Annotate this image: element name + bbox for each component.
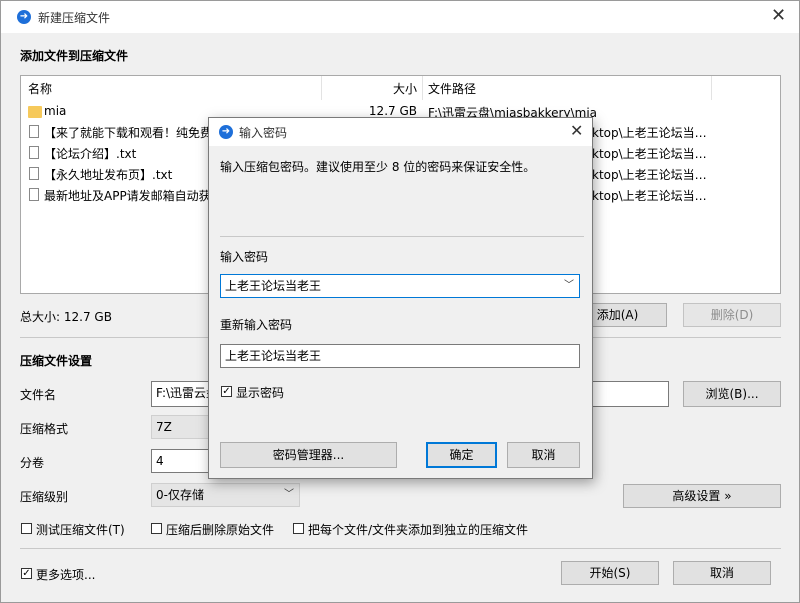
filename-label: 文件名 [20, 388, 57, 402]
more-options-label[interactable]: 更多选项... [36, 566, 95, 583]
divider [20, 548, 781, 549]
item-path: ktop\上老王论坛当… [592, 189, 707, 203]
chevron-down-icon[interactable]: ﹀ [564, 275, 574, 297]
level-label: 压缩级别 [20, 490, 69, 504]
column-header-path[interactable]: 文件路径 [428, 80, 476, 97]
password-dialog: ➜ 输入密码 ✕ 输入压缩包密码。建议使用至少 8 位的密码来保证安全性。 输入… [208, 117, 593, 479]
column-divider[interactable] [711, 76, 712, 100]
show-password-label[interactable]: 显示密码 [236, 384, 284, 401]
column-divider[interactable] [321, 76, 322, 100]
level-value: 0-仅存储 [156, 488, 204, 502]
app-logo-icon: ➜ [17, 10, 31, 24]
test-archive-checkbox[interactable] [21, 523, 32, 534]
level-select[interactable]: 0-仅存储 ﹀ [151, 483, 300, 507]
window-close-icon[interactable]: ✕ [771, 7, 786, 25]
file-icon [29, 125, 39, 138]
file-icon [29, 146, 39, 159]
password-label: 输入密码 [220, 250, 269, 264]
dialog-close-icon[interactable]: ✕ [570, 122, 583, 140]
volume-field[interactable]: 4 [151, 449, 211, 473]
password-input[interactable]: 上老王论坛当老王 ﹀ [220, 274, 580, 298]
repeat-password-label: 重新输入密码 [220, 318, 293, 332]
repeat-password-input[interactable]: 上老王论坛当老王 [220, 344, 580, 368]
app-logo-icon: ➜ [219, 125, 233, 139]
column-header-size[interactable]: 大小 [393, 80, 417, 97]
start-button[interactable]: 开始(S) [561, 561, 659, 585]
format-select[interactable]: 7Z [151, 415, 211, 439]
format-label: 压缩格式 [20, 422, 69, 436]
item-path: ktop\上老王论坛当… [592, 126, 707, 140]
browse-button[interactable]: 浏览(B)... [683, 381, 781, 407]
dialog-description: 输入压缩包密码。建议使用至少 8 位的密码来保证安全性。 [220, 160, 536, 174]
column-divider[interactable] [422, 76, 423, 100]
ok-button[interactable]: 确定 [426, 442, 497, 468]
file-icon [29, 188, 39, 201]
chevron-down-icon: ﹀ [284, 489, 294, 500]
cancel-button[interactable]: 取消 [673, 561, 771, 585]
window-title: 新建压缩文件 [38, 11, 111, 25]
folder-icon [28, 106, 42, 118]
add-files-heading: 添加文件到压缩文件 [20, 49, 129, 63]
separate-archives-label[interactable]: 把每个文件/文件夹添加到独立的压缩文件 [308, 521, 528, 538]
advanced-settings-button[interactable]: 高级设置 » [623, 484, 781, 508]
item-path: ktop\上老王论坛当… [592, 147, 707, 161]
divider [220, 236, 584, 237]
dialog-titlebar: ➜ 输入密码 ✕ [209, 118, 592, 146]
total-size: 总大小: 12.7 GB [20, 310, 112, 324]
delete-after-checkbox[interactable] [151, 523, 162, 534]
volume-label: 分卷 [20, 456, 45, 470]
item-size: 12.7 GB [368, 104, 417, 118]
dialog-cancel-button[interactable]: 取消 [507, 442, 580, 468]
delete-button[interactable]: 删除(D) [683, 303, 781, 327]
more-options-checkbox[interactable]: ✓ [21, 568, 32, 579]
item-name: mia [44, 104, 67, 118]
show-password-checkbox[interactable]: ✓ [221, 386, 232, 397]
column-header-name[interactable]: 名称 [28, 80, 52, 97]
separate-archives-checkbox[interactable] [293, 523, 304, 534]
test-archive-label[interactable]: 测试压缩文件(T) [36, 521, 125, 538]
password-value: 上老王论坛当老王 [225, 279, 322, 293]
delete-after-label[interactable]: 压缩后删除原始文件 [166, 521, 274, 538]
password-manager-button[interactable]: 密码管理器... [220, 442, 397, 468]
file-icon [29, 167, 39, 180]
item-path: ktop\上老王论坛当… [592, 168, 707, 182]
settings-heading: 压缩文件设置 [20, 354, 93, 368]
main-titlebar: ➜ 新建压缩文件 ✕ [1, 1, 799, 33]
dialog-title: 输入密码 [239, 126, 288, 140]
